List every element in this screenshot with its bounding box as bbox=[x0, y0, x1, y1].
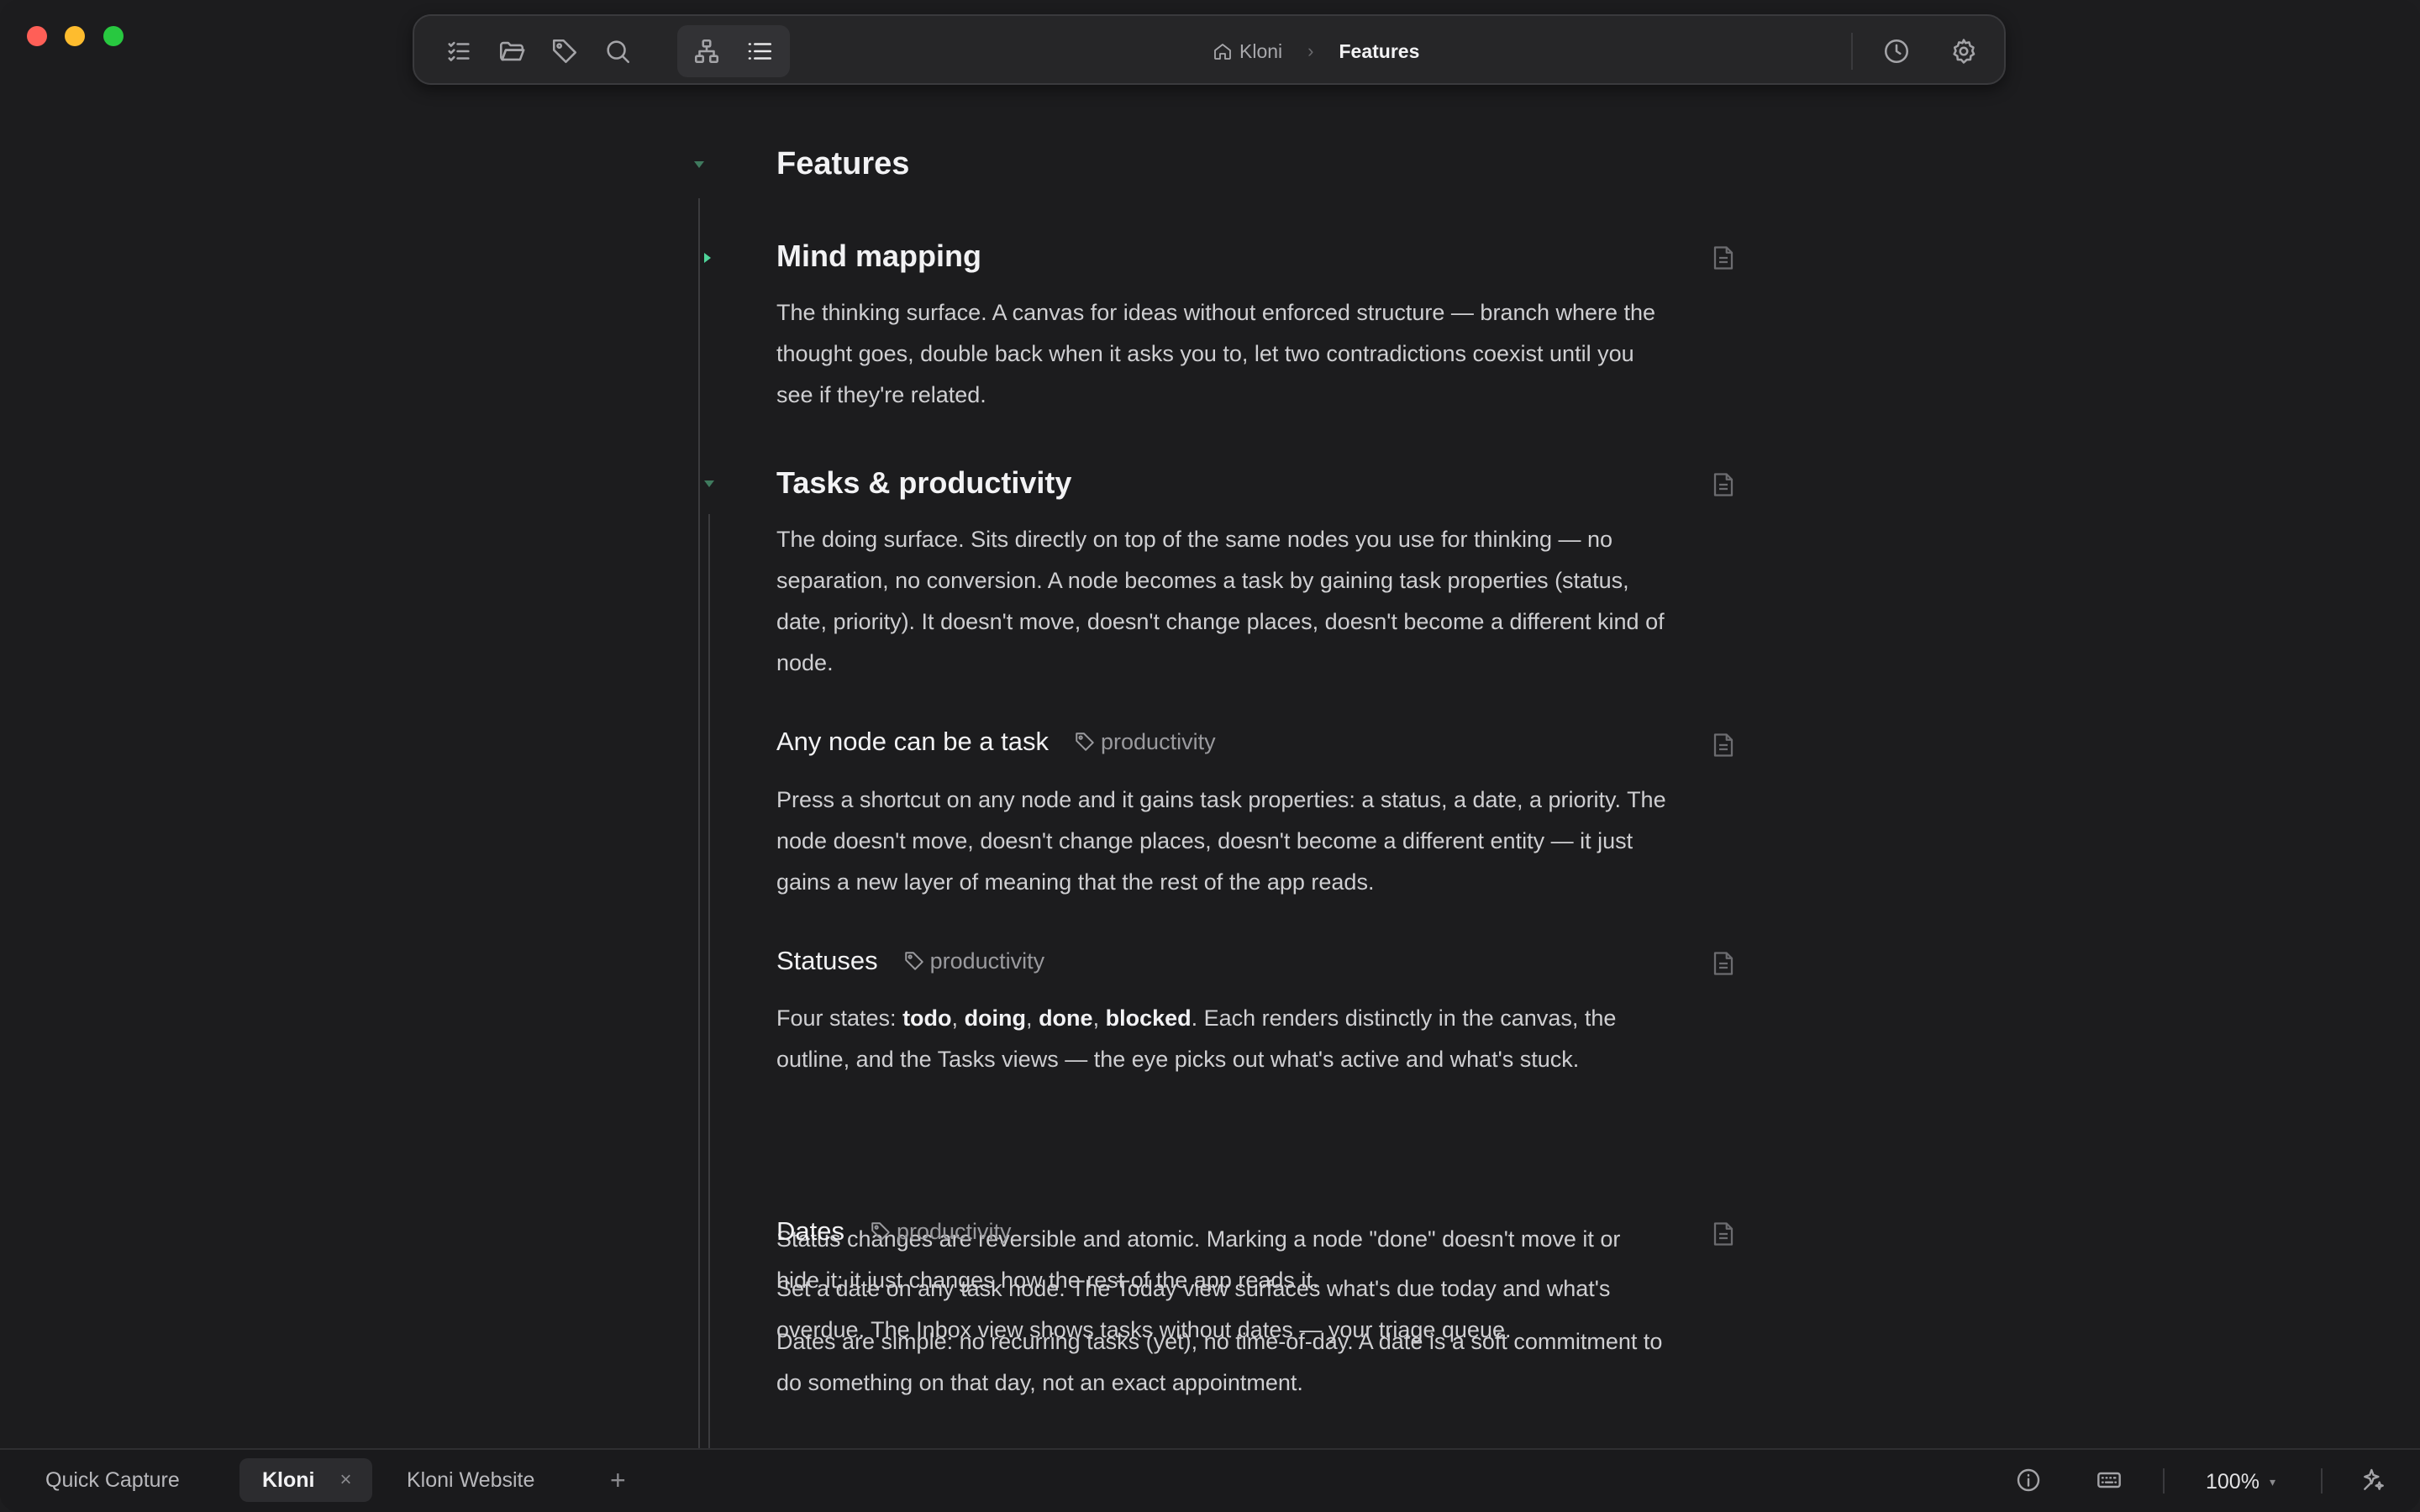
sparkle-icon[interactable] bbox=[2359, 1465, 2389, 1495]
gear-icon[interactable] bbox=[1945, 33, 1982, 70]
zoom-level-value: 100% bbox=[2206, 1469, 2260, 1494]
history-icon[interactable] bbox=[1878, 33, 1915, 70]
add-tab-button[interactable]: + bbox=[610, 1458, 626, 1502]
app-window: Kloni › Features Features Mind mapping T… bbox=[0, 0, 2420, 1512]
tab-quick-capture[interactable]: Quick Capture bbox=[25, 1458, 200, 1502]
node-title-statuses[interactable]: Statuses productivity bbox=[776, 946, 1044, 976]
breadcrumb-current[interactable]: Features bbox=[1339, 40, 1419, 63]
plus-icon: + bbox=[610, 1464, 626, 1495]
minimize-window-button[interactable] bbox=[65, 26, 85, 46]
node-title-any-node-task[interactable]: Any node can be a task productivity bbox=[776, 727, 1216, 757]
tag-label: productivity bbox=[1101, 728, 1216, 754]
status-doing: doing bbox=[964, 1005, 1027, 1031]
chevron-right-icon: › bbox=[1307, 40, 1314, 61]
node-body-dates-2[interactable]: Dates are simple: no recurring tasks (ye… bbox=[776, 1321, 1667, 1404]
bottom-tab-bar: Quick Capture Kloni × Kloni Website + 10… bbox=[0, 1448, 2420, 1512]
top-toolbar: Kloni › Features bbox=[413, 14, 2006, 85]
tag-icon bbox=[871, 1222, 890, 1241]
tag-badge[interactable]: productivity bbox=[1074, 729, 1216, 755]
info-icon[interactable] bbox=[2013, 1465, 2044, 1495]
breadcrumb-home[interactable]: Kloni bbox=[1213, 40, 1282, 63]
folder-icon[interactable] bbox=[493, 33, 530, 70]
tag-label: productivity bbox=[929, 948, 1045, 974]
zoom-level-select[interactable]: 100% ▾ bbox=[2206, 1465, 2275, 1499]
statusbar-divider bbox=[2321, 1468, 2323, 1494]
node-title-tasks-productivity[interactable]: Tasks & productivity bbox=[776, 465, 1071, 501]
tab-kloni[interactable]: Kloni × bbox=[239, 1458, 372, 1502]
toolbar-divider bbox=[1851, 33, 1853, 70]
tab-label: Kloni bbox=[262, 1467, 315, 1492]
keyboard-icon[interactable] bbox=[2094, 1465, 2124, 1495]
status-blocked: blocked bbox=[1105, 1005, 1192, 1031]
note-icon[interactable] bbox=[1712, 1221, 1734, 1247]
note-icon[interactable] bbox=[1712, 732, 1734, 758]
tag-label: productivity bbox=[896, 1218, 1012, 1244]
close-tab-icon[interactable]: × bbox=[340, 1468, 352, 1492]
node-body-mind-mapping[interactable]: The thinking surface. A canvas for ideas… bbox=[776, 292, 1667, 416]
node-title-text: Statuses bbox=[776, 946, 878, 975]
tag-badge[interactable]: productivity bbox=[903, 948, 1045, 974]
expand-caret-icon[interactable] bbox=[704, 253, 711, 263]
node-body-any-node-task[interactable]: Press a shortcut on any node and it gain… bbox=[776, 780, 1667, 903]
node-body-tasks-productivity[interactable]: The doing surface. Sits directly on top … bbox=[776, 519, 1667, 684]
note-icon[interactable] bbox=[1712, 951, 1734, 976]
mindmap-icon[interactable] bbox=[688, 33, 725, 70]
node-body-statuses-1[interactable]: Four states: todo, doing, done, blocked.… bbox=[776, 998, 1667, 1080]
node-title-mind-mapping[interactable]: Mind mapping bbox=[776, 239, 981, 274]
tag-icon bbox=[904, 952, 923, 970]
tag-badge[interactable]: productivity bbox=[870, 1219, 1012, 1245]
collapse-caret-icon[interactable] bbox=[704, 480, 714, 487]
node-title-text: Dates bbox=[776, 1216, 844, 1246]
text-run: Four states: bbox=[776, 1005, 903, 1031]
tag-icon bbox=[1076, 732, 1094, 751]
checklist-icon[interactable] bbox=[440, 33, 477, 70]
search-icon[interactable] bbox=[599, 33, 636, 70]
chevron-down-icon: ▾ bbox=[2269, 1474, 2275, 1488]
outline-guide-root bbox=[698, 198, 700, 1509]
note-icon[interactable] bbox=[1712, 245, 1734, 270]
note-icon[interactable] bbox=[1712, 472, 1734, 497]
outline-list-icon[interactable] bbox=[741, 33, 778, 70]
status-done: done bbox=[1039, 1005, 1093, 1031]
page-title[interactable]: Features bbox=[776, 146, 909, 182]
tab-label: Kloni Website bbox=[407, 1467, 535, 1492]
close-window-button[interactable] bbox=[27, 26, 47, 46]
breadcrumb: Kloni › Features bbox=[1213, 34, 1419, 68]
home-icon bbox=[1214, 44, 1231, 60]
tab-label: Quick Capture bbox=[45, 1467, 180, 1492]
collapse-caret-icon[interactable] bbox=[694, 161, 704, 168]
node-title-dates[interactable]: Dates productivity bbox=[776, 1216, 1012, 1247]
node-title-text: Any node can be a task bbox=[776, 727, 1050, 756]
status-todo: todo bbox=[902, 1005, 952, 1031]
outline-guide-tasks bbox=[708, 514, 710, 1512]
breadcrumb-home-label: Kloni bbox=[1239, 39, 1283, 62]
zoom-window-button[interactable] bbox=[103, 26, 124, 46]
statusbar-divider bbox=[2163, 1468, 2165, 1494]
tag-icon[interactable] bbox=[546, 33, 583, 70]
tab-kloni-website[interactable]: Kloni Website bbox=[387, 1458, 555, 1502]
